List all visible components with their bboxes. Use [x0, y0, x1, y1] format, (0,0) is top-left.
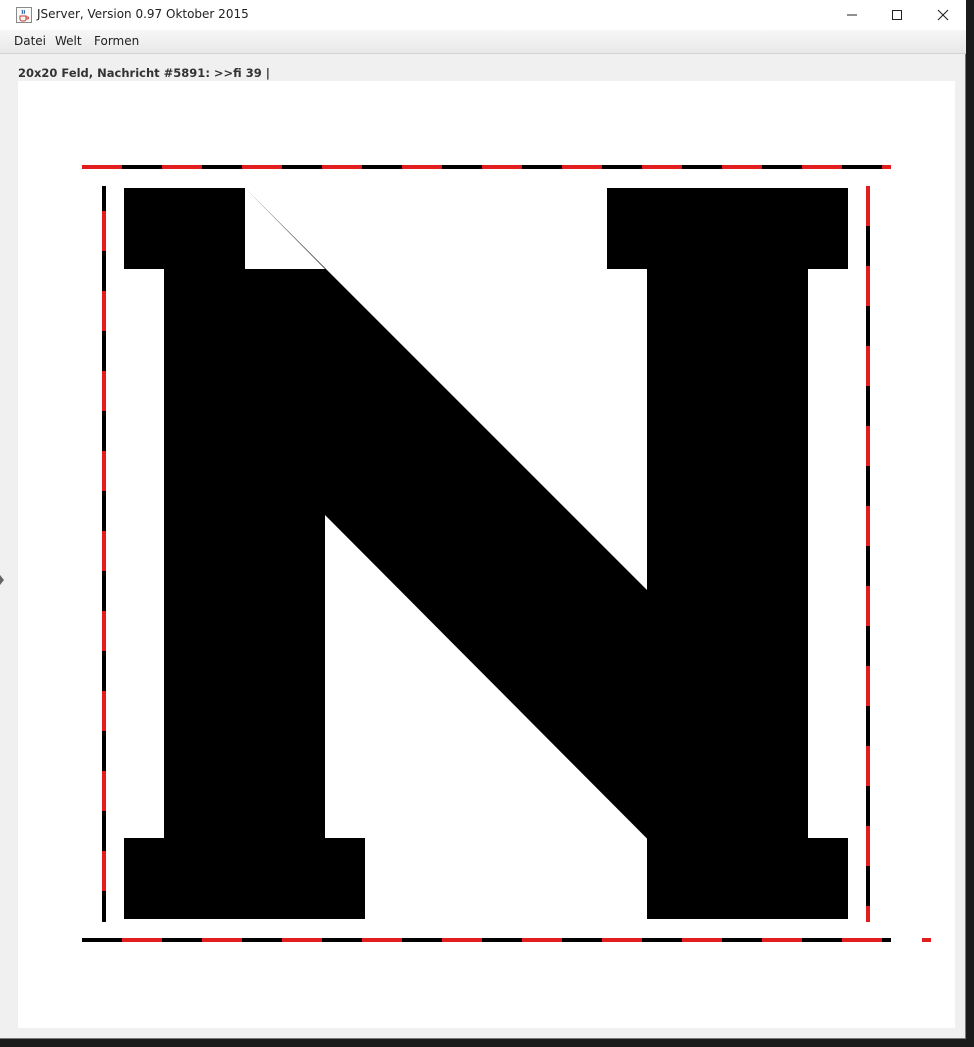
letter-n-figure — [124, 188, 848, 919]
n-bottom-left-serif — [124, 838, 365, 919]
minimize-icon — [847, 14, 857, 16]
menu-welt[interactable]: Welt — [55, 34, 82, 48]
maximize-button[interactable] — [874, 0, 920, 30]
board-drawing[interactable] — [18, 81, 955, 1028]
close-button[interactable] — [920, 0, 966, 30]
n-top-right-serif — [607, 188, 848, 269]
maximize-icon — [892, 10, 902, 20]
status-message: 20x20 Feld, Nachricht #5891: >>fi 39 | — [18, 66, 270, 80]
window-title: JServer, Version 0.97 Oktober 2015 — [37, 7, 249, 21]
n-left-stem — [164, 269, 325, 838]
menu-datei[interactable]: Datei — [14, 34, 46, 48]
java-cup-icon — [16, 7, 32, 23]
n-top-left-serif — [124, 188, 245, 269]
resize-handle-icon — [0, 575, 4, 585]
close-icon — [937, 9, 949, 21]
n-bottom-right-serif — [727, 838, 848, 919]
title-bar[interactable]: JServer, Version 0.97 Oktober 2015 — [0, 0, 966, 30]
board-canvas[interactable] — [18, 81, 955, 1028]
app-window: JServer, Version 0.97 Oktober 2015 Datei… — [0, 0, 966, 1039]
menu-formen[interactable]: Formen — [94, 34, 139, 48]
minimize-button[interactable] — [829, 0, 875, 30]
menu-bar: Datei Welt Formen — [0, 30, 966, 54]
